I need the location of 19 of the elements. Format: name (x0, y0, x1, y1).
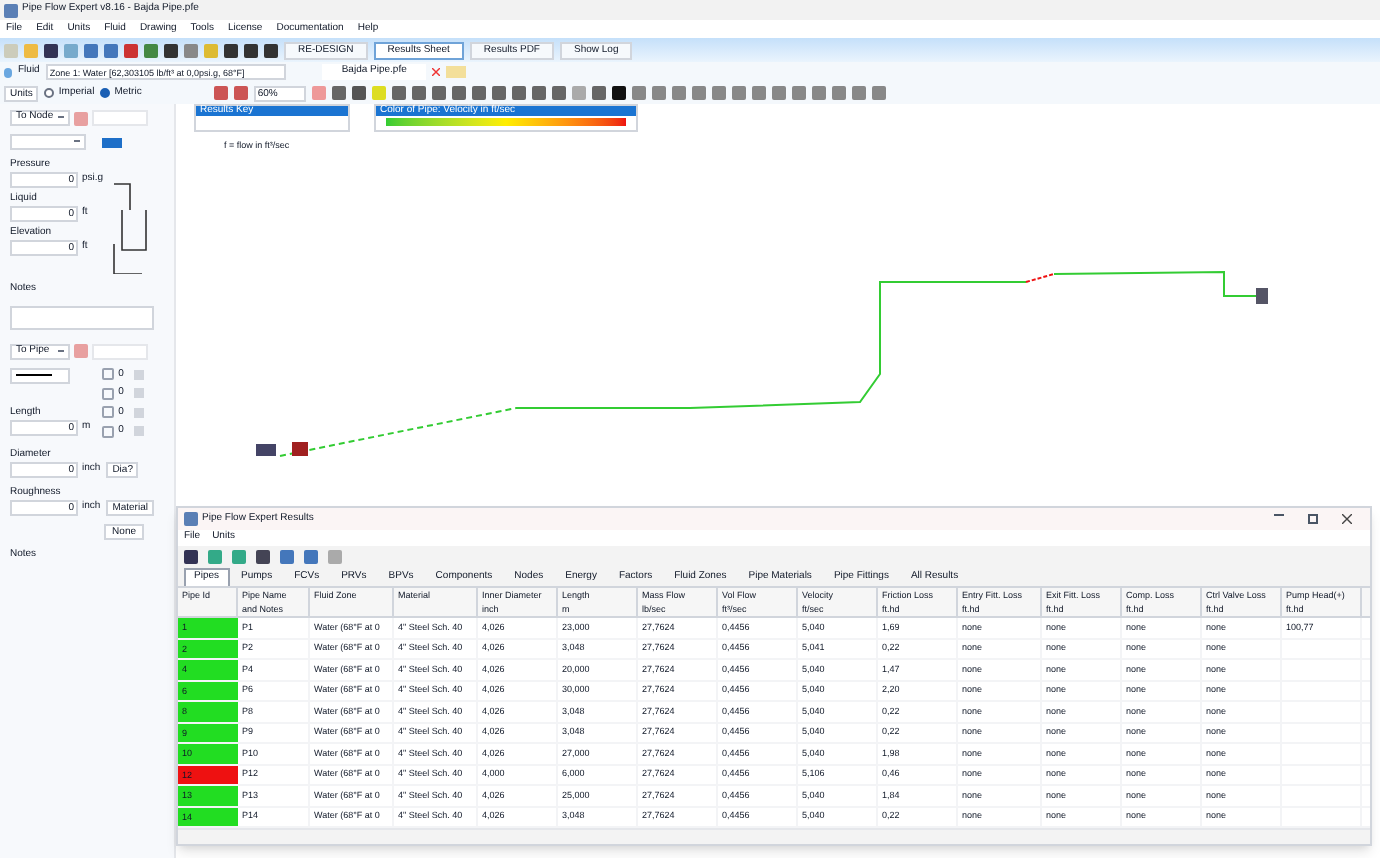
search-field[interactable] (92, 343, 148, 359)
node-icon (102, 137, 122, 147)
close-icon[interactable] (432, 68, 441, 76)
radio-button[interactable] (44, 88, 55, 98)
radio-button[interactable] (100, 88, 111, 98)
zoom-out-icon[interactable] (233, 86, 248, 100)
caret-icon (58, 349, 64, 353)
maximize-icon[interactable] (1308, 514, 1318, 524)
close-icon[interactable] (1342, 514, 1352, 524)
app-icon[interactable] (4, 3, 18, 17)
caret-icon (58, 116, 64, 120)
caret-icon (74, 140, 80, 144)
notes-field[interactable] (10, 305, 154, 329)
target-icon[interactable] (74, 111, 88, 125)
search-field[interactable] (92, 110, 148, 126)
zoom-in-icon[interactable] (213, 86, 228, 100)
drop-icon (4, 67, 12, 77)
line-style-dropdown[interactable] (10, 367, 70, 383)
folder-icon (446, 66, 467, 78)
